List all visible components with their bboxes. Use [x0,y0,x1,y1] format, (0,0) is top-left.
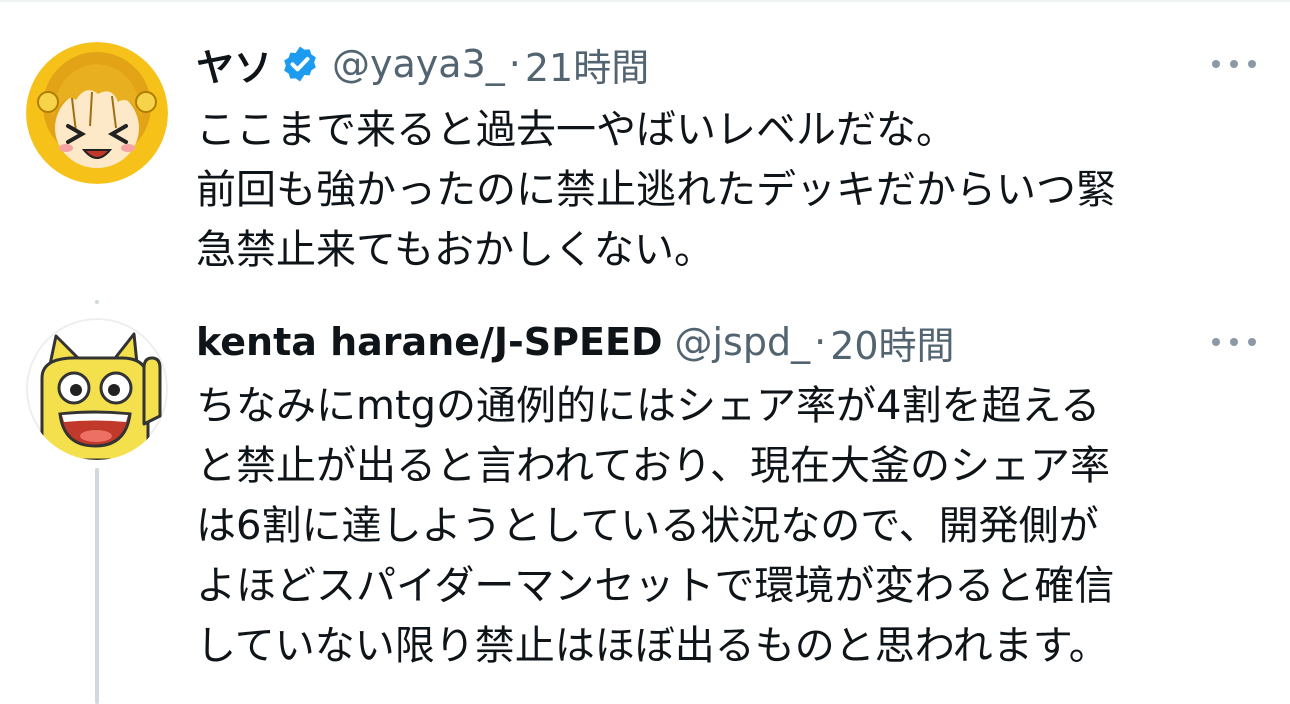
dot [1212,60,1220,68]
tweet-text-line: ちなみにmtgの通例的にはシェア率が4割を超える [196,383,1101,429]
more-horizontal-icon[interactable] [1212,54,1256,74]
dot [1248,60,1256,68]
display-name[interactable]: ヤソ [196,37,272,92]
tweet[interactable]: kenta harane/J-SPEED @jspd_ · 20時間 ちなみにm… [0,300,1290,704]
dot [1248,338,1256,346]
tweet-text-line: は6割に達しようとしている状況なので、開発側が [196,503,1099,549]
tweet-header: kenta harane/J-SPEED @jspd_ · 20時間 [196,318,955,368]
tweet-text-line: 前回も強かったのに禁止逃れたデッキだからいつ緊 [196,167,1116,213]
dot [1212,338,1220,346]
tweet[interactable]: ヤソ @yaya3_ · 21時間 ここまで来ると過去一やばいレベルだな。 前回… [0,0,1290,300]
tweet-text: ここまで来ると過去一やばいレベルだな。 前回も強かったのに禁止逃れたデッキだから… [196,100,1256,280]
timestamp[interactable]: 21時間 [525,37,649,92]
separator-dot: · [814,320,827,364]
thread-connector-line [95,468,99,704]
display-name[interactable]: kenta harane/J-SPEED [196,320,662,364]
tweet-text-line: ここまで来ると過去一やばいレベルだな。 [196,107,956,153]
user-handle[interactable]: @yaya3_ [332,42,505,86]
dot [1230,60,1238,68]
yellow-cat-avatar-icon[interactable] [26,318,168,460]
tweet-header: ヤソ @yaya3_ · 21時間 [196,40,649,90]
verified-badge-icon [280,44,320,84]
anime-girl-avatar-icon[interactable] [26,42,168,184]
tweet-text-line: よほどスパイダーマンセットで環境が変わると確信 [196,563,1115,609]
thread-connector-top [95,300,99,304]
tweet-text: ちなみにmtgの通例的にはシェア率が4割を超える と禁止が出ると言われており、現… [196,376,1256,676]
tweet-text-line: していない限り禁止はほぼ出るものと思われます。 [196,623,1109,669]
tweet-text-line: 急禁止来てもおかしくない。 [196,227,714,273]
timestamp[interactable]: 20時間 [830,315,954,370]
more-horizontal-icon[interactable] [1212,332,1256,352]
user-handle[interactable]: @jspd_ [674,320,810,364]
dot [1230,338,1238,346]
separator-dot: · [508,42,521,86]
tweet-text-line: と禁止が出ると言われており、現在大釜のシェア率 [196,443,1110,489]
